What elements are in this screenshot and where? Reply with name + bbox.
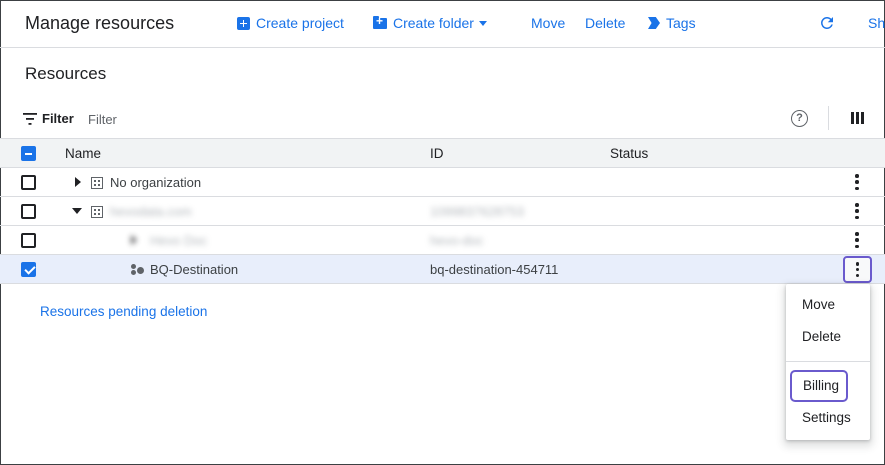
row-checkbox[interactable] [21,175,36,190]
tag-icon [648,17,660,29]
row-checkbox[interactable] [21,204,36,219]
column-header-id[interactable]: ID [430,146,444,161]
organization-icon [91,206,103,218]
filter-icon[interactable] [23,113,37,125]
menu-item-billing[interactable]: Billing [790,370,848,402]
chevron-down-icon [478,20,487,26]
collapse-arrow-icon[interactable] [72,208,82,214]
row-name: hevodata.com [110,204,192,219]
delete-button[interactable]: Delete [585,15,625,31]
column-header-status[interactable]: Status [610,146,648,161]
more-actions-icon[interactable] [848,173,866,191]
context-menu: Move Delete Billing Settings [786,284,870,440]
row-checkbox[interactable] [21,262,36,277]
table-header: Name ID Status [0,138,885,168]
page-title: Manage resources [25,13,175,33]
create-folder-button[interactable]: Create folder [373,14,487,31]
table-row[interactable]: BQ-Destination bq-destination-454711 [0,255,885,284]
row-name: Hevo Doc [150,233,208,248]
expand-arrow-icon[interactable] [75,177,81,187]
add-box-icon [237,16,250,30]
move-button[interactable]: Move [531,15,565,31]
refresh-icon[interactable] [818,14,836,32]
filter-input[interactable] [88,109,388,129]
row-id: hevo-doc [430,233,484,248]
share-button[interactable]: Sh [868,15,885,31]
column-display-icon[interactable] [851,112,864,124]
top-toolbar: Manage resources Create project Create f… [0,0,885,48]
menu-item-delete[interactable]: Delete [786,321,870,353]
section-title: Resources [25,64,107,83]
select-all-checkbox[interactable] [21,146,36,161]
divider [828,106,829,130]
row-id: 109983762875​3 [430,204,524,219]
help-icon[interactable]: ? [791,110,808,127]
row-id: bq-destination-454711 [430,262,559,277]
row-name: BQ-Destination [150,262,239,277]
organization-icon [91,177,103,189]
table-row[interactable]: Hevo Doc hevo-doc [0,226,885,255]
more-actions-icon[interactable] [848,202,866,220]
menu-item-move[interactable]: Move [786,289,870,321]
table-row[interactable]: hevodata.com 109983762875​3 [0,197,885,226]
create-folder-icon [373,14,387,29]
create-project-button[interactable]: Create project [237,15,344,31]
table-row[interactable]: No organization [0,168,885,197]
filter-bar: Filter ? [0,102,885,138]
column-header-name[interactable]: Name [65,146,101,161]
tags-button[interactable]: Tags [648,15,696,31]
project-icon [131,264,145,276]
more-actions-icon[interactable] [843,256,872,283]
row-name: No organization [110,175,202,190]
filter-label: Filter [42,111,74,126]
more-actions-icon[interactable] [848,231,866,249]
menu-divider [786,361,870,362]
menu-item-settings[interactable]: Settings [786,402,870,434]
resources-pending-deletion-link[interactable]: Resources pending deletion [40,304,207,319]
expand-arrow-icon[interactable] [131,235,137,245]
row-checkbox[interactable] [21,233,36,248]
